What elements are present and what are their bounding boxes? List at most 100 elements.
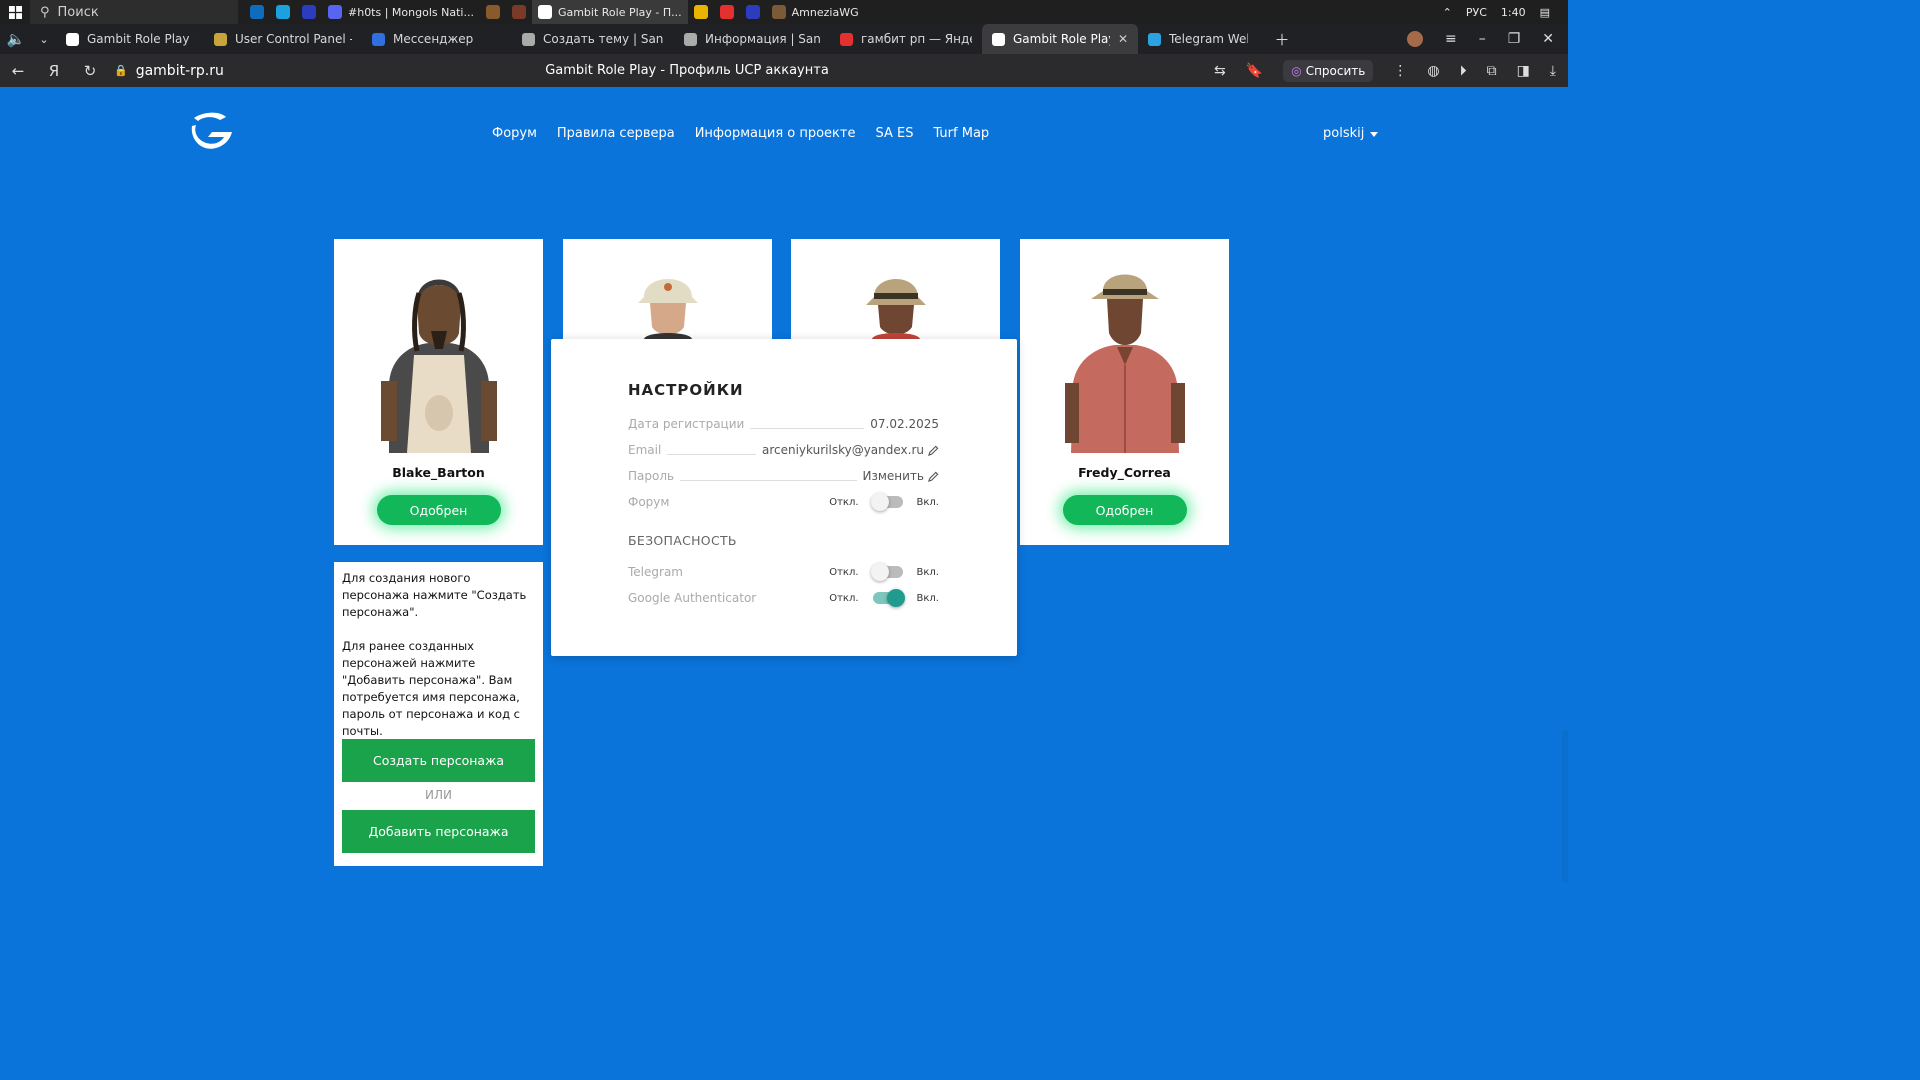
add-character-button[interactable]: Добавить персонажа (342, 810, 535, 853)
taskbar-app-label: AmneziaWG (791, 5, 859, 19)
tab-label: Telegram Web (1169, 32, 1248, 46)
taskbar-app[interactable] (244, 0, 270, 24)
taskbar-app[interactable] (270, 0, 296, 24)
create-character-button[interactable]: Создать персонажа (342, 739, 535, 782)
taskbar-app[interactable]: AmneziaWG (766, 0, 865, 24)
character-card-4[interactable]: Fredy_Correa Одобрен (1020, 239, 1229, 545)
tabs-menu-chevron-icon[interactable]: ⌄ (32, 23, 56, 56)
nav-link[interactable]: SA ES (875, 126, 913, 141)
chevron-up-icon[interactable]: ⌃ (1443, 6, 1452, 19)
tab-favicon-icon (372, 32, 385, 46)
window-controls: ≡ – ❐ ✕ (1406, 24, 1568, 54)
tab-favicon-icon (992, 32, 1005, 46)
browser-tab[interactable]: Мессенджер (362, 24, 512, 54)
edit-password-pencil-icon[interactable] (928, 471, 939, 482)
forum-toggle[interactable] (870, 493, 903, 511)
tabs: Gambit Role Play - Форум User Control Pan… (56, 24, 1258, 54)
tab-favicon-icon (522, 32, 535, 46)
app-icon (276, 5, 290, 19)
ask-button[interactable]: ◎ Спросить (1283, 59, 1374, 82)
taskbar-app[interactable] (506, 0, 532, 24)
nav-link[interactable]: Информация о проекте (695, 126, 856, 141)
close-window-button[interactable]: ✕ (1542, 31, 1554, 47)
tab-favicon-icon (66, 32, 79, 46)
windows-start-icon[interactable] (0, 0, 30, 24)
taskbar-app[interactable] (688, 0, 714, 24)
tab-label: Информация | San Andr (705, 32, 820, 46)
download-icon[interactable]: ⤓ (1550, 63, 1556, 79)
minimize-button[interactable]: – (1479, 31, 1486, 47)
character-avatar-3 (865, 279, 926, 339)
notifications-icon[interactable]: ▤ (1540, 6, 1550, 19)
tab-label: Мессенджер (393, 32, 474, 46)
character-card-2[interactable] (563, 239, 772, 339)
browser-tab[interactable]: Telegram Web (1138, 24, 1258, 54)
bookmark-icon[interactable]: 🔖 (1246, 63, 1263, 79)
app-icon (745, 5, 760, 19)
back-button[interactable]: ← (0, 54, 36, 87)
restore-button[interactable]: ❐ (1508, 31, 1521, 47)
settings-title: НАСТРОЙКИ (628, 381, 744, 399)
taskbar-search[interactable]: ⚲ Поиск (30, 0, 238, 24)
close-tab-icon[interactable]: ✕ (1118, 32, 1128, 46)
clock[interactable]: 1:40 (1501, 6, 1526, 19)
character-avatar-2 (637, 279, 698, 339)
email-value: arceniykurilsky@yandex.ru (761, 443, 924, 457)
media-icon[interactable]: ⏵ (1460, 63, 1467, 79)
browser-tab-strip: 🔈 ⌄ Gambit Role Play - Форум User Control… (0, 24, 1568, 54)
taskbar-app[interactable]: #h0ts | Mongols Nati... (322, 0, 480, 24)
browser-tab[interactable]: Создать тему | San Andr (512, 24, 674, 54)
change-password-link[interactable]: Изменить (863, 469, 925, 483)
tab-label: Gambit Role Play - Форум (87, 32, 194, 46)
url-text: gambit-rp.ru (135, 62, 224, 79)
taskbar-app[interactable] (740, 0, 766, 24)
nav-link[interactable]: Правила сервера (557, 126, 675, 141)
taskbar-app[interactable] (296, 0, 322, 24)
page-scrollbar[interactable] (1562, 730, 1568, 882)
taskbar-app[interactable] (480, 0, 506, 24)
nav-link[interactable]: Форум (492, 126, 537, 141)
tab-label: гамбит рп — Яндекс: нас (861, 32, 972, 46)
browser-tab[interactable]: Информация | San Andr (674, 24, 830, 54)
translate-icon[interactable]: ⇆ (1214, 63, 1226, 79)
vpn-globe-icon[interactable]: ◍ (1427, 63, 1439, 79)
menu-icon[interactable]: ≡ (1445, 31, 1457, 47)
language-selector[interactable]: polskij (1323, 126, 1379, 141)
approved-status-button[interactable]: Одобрен (376, 495, 501, 525)
caret-down-icon (1370, 132, 1379, 137)
new-tab-button[interactable]: ＋ (1264, 23, 1300, 56)
browser-tab[interactable]: Gambit Role Play - Про ✕ (982, 24, 1138, 54)
character-card-3[interactable] (791, 239, 1000, 339)
profile-avatar[interactable] (1406, 31, 1423, 47)
system-tray: ⌃ РУС 1:40 ▤ (1443, 0, 1568, 24)
input-language[interactable]: РУС (1466, 6, 1487, 19)
yandex-home-icon[interactable]: Я (36, 54, 72, 87)
sound-icon[interactable]: 🔈 (0, 23, 32, 56)
site-navigation: Форум Правила сервера Информация о проекте… (492, 126, 989, 141)
tab-label: Gambit Role Play - Про (1013, 32, 1110, 46)
gambit-logo[interactable] (186, 108, 236, 156)
character-card-1[interactable]: Blake_Barton Одобрен (334, 239, 543, 545)
google-authenticator-toggle[interactable] (872, 589, 905, 607)
extension-icon[interactable]: ◨ (1517, 63, 1530, 79)
nav-link[interactable]: Turf Map (933, 126, 989, 141)
email-row: Email arceniykurilsky@yandex.ru (628, 441, 939, 459)
taskbar-app[interactable] (714, 0, 740, 24)
browser-tab[interactable]: Gambit Role Play - Форум (56, 24, 204, 54)
reload-icon[interactable]: ↻ (72, 54, 108, 87)
tab-favicon-icon (214, 32, 227, 46)
url-field[interactable]: 🔒 gambit-rp.ru (114, 63, 224, 79)
telegram-toggle[interactable] (870, 563, 903, 581)
forum-row: Форум Откл. Вкл. (628, 493, 939, 511)
taskbar-app[interactable]: Gambit Role Play - П... (531, 0, 688, 24)
browser-tab[interactable]: гамбит рп — Яндекс: нас (830, 24, 982, 54)
edit-email-pencil-icon[interactable] (928, 445, 939, 456)
approved-status-button[interactable]: Одобрен (1062, 495, 1187, 525)
lock-icon: 🔒 (114, 64, 128, 77)
collections-icon[interactable]: ⧉ (1487, 63, 1497, 79)
app-icon (719, 5, 734, 19)
registration-date-value: 07.02.2025 (870, 417, 939, 431)
browser-tab[interactable]: User Control Panel - GTA (204, 24, 362, 54)
more-icon[interactable]: ⋮ (1393, 63, 1407, 79)
taskbar-app-label: #h0ts | Mongols Nati... (348, 5, 474, 19)
